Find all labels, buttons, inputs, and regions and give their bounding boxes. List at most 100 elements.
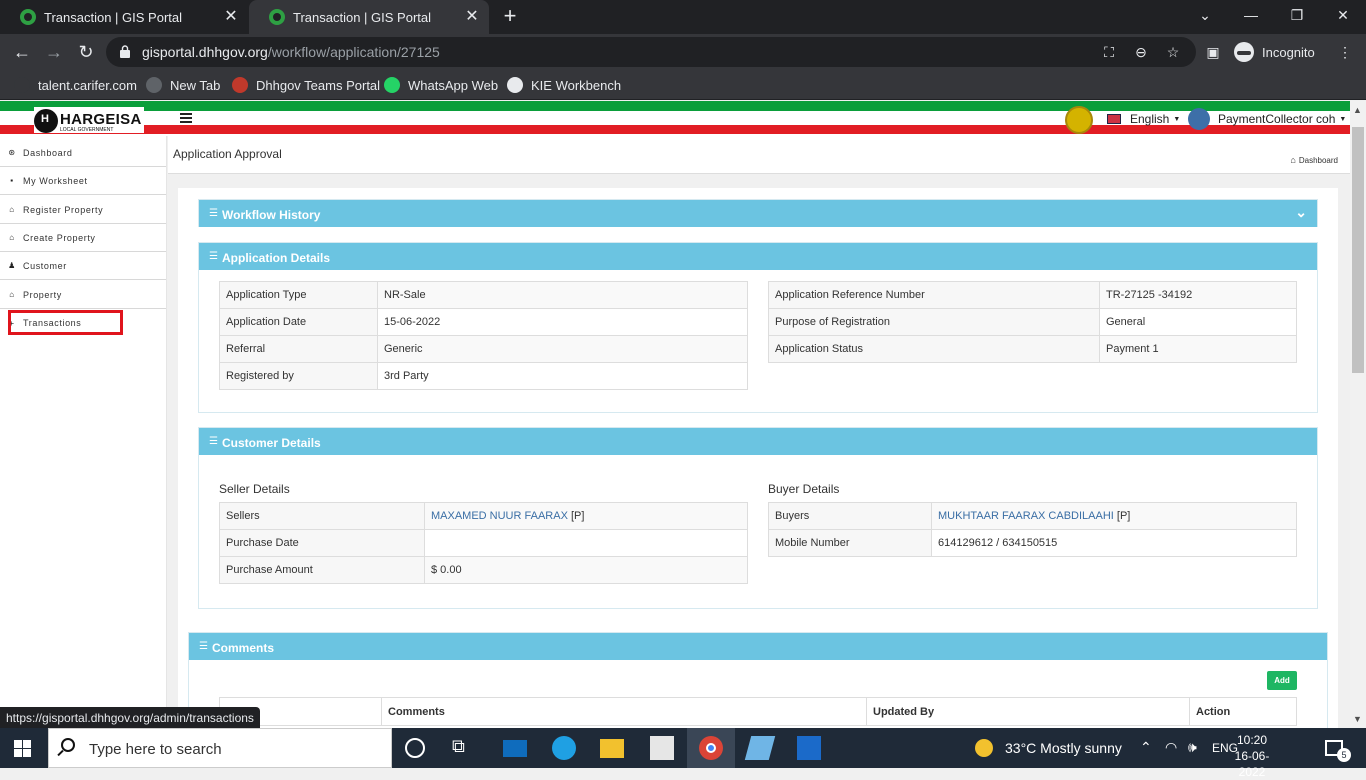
notes-app-icon[interactable] xyxy=(744,736,776,760)
weather-icon[interactable] xyxy=(975,739,993,757)
bookmark-favicon-icon xyxy=(146,77,162,93)
panel-title: Customer Details xyxy=(222,436,321,450)
close-window-icon[interactable]: ✕ xyxy=(1320,0,1366,30)
side-panel-icon[interactable]: ▣ xyxy=(1204,43,1222,61)
browser-tab-active[interactable]: Transaction | GIS Portal ✕ xyxy=(249,0,489,34)
field-value: 3rd Party xyxy=(377,362,748,390)
sidebar-item-property[interactable]: ⌂ Property xyxy=(0,281,166,309)
home-icon: ⌂ xyxy=(9,205,15,214)
mail-icon[interactable] xyxy=(503,740,527,757)
reload-icon[interactable]: ↻ xyxy=(74,40,98,64)
field-value: TR-27125 -34192 xyxy=(1099,281,1297,309)
sidebar-item-my-worksheet[interactable]: ▪ My Worksheet xyxy=(0,167,166,195)
customer-details-panel: ☰ Customer Details Seller Details Buyer … xyxy=(198,427,1318,609)
field-label: Registered by xyxy=(219,362,378,390)
file-explorer-icon[interactable] xyxy=(600,739,624,758)
status-bar-link: https://gisportal.dhhgov.org/admin/trans… xyxy=(0,707,260,729)
field-label: Purpose of Registration xyxy=(768,308,1100,336)
taskbar-clock[interactable]: 10:20 16-06-2022 xyxy=(1222,732,1282,780)
page-scrollbar[interactable]: ▲ ▼ xyxy=(1350,101,1366,728)
panel-header[interactable]: ☰ Workflow History ⌄ xyxy=(199,200,1317,227)
sidebar-item-customer[interactable]: ♟ Customer xyxy=(0,252,166,280)
field-label: Referral xyxy=(219,335,378,363)
restore-icon[interactable]: ❐ xyxy=(1274,0,1320,30)
chrome-taskbar-button[interactable] xyxy=(687,728,735,768)
show-hidden-icons-icon[interactable]: ⌃ xyxy=(1140,739,1152,756)
store-icon[interactable] xyxy=(650,736,674,760)
bookmark-kie-workbench[interactable]: KIE Workbench xyxy=(507,76,621,94)
sidebar-item-dashboard[interactable]: ⊛ Dashboard xyxy=(0,139,166,167)
home-icon: ⌂ xyxy=(1290,155,1296,165)
sidebar: ⊛ Dashboard ▪ My Worksheet ⌂ Register Prope… xyxy=(0,136,167,728)
kie-icon xyxy=(507,77,523,93)
address-bar[interactable]: gisportal.dhhgov.org/workflow/applicatio… xyxy=(106,37,1196,67)
bookmark-label: WhatsApp Web xyxy=(408,77,499,93)
forward-icon[interactable]: → xyxy=(42,40,66,64)
field-label: Purchase Amount xyxy=(219,556,425,584)
list-icon: ☰ xyxy=(209,436,218,447)
notification-center-icon[interactable]: 5 xyxy=(1325,740,1351,762)
menu-kebab-icon[interactable]: ⋮ xyxy=(1336,43,1354,61)
hamburger-menu-icon[interactable] xyxy=(180,113,192,123)
bookmark-whatsapp[interactable]: WhatsApp Web xyxy=(384,76,498,94)
task-view-icon[interactable]: ⧉ xyxy=(452,736,476,760)
scroll-up-icon[interactable]: ▲ xyxy=(1353,105,1362,115)
search-placeholder: Type here to search xyxy=(89,741,222,758)
sidebar-item-label: My Worksheet xyxy=(23,175,88,186)
new-tab-button[interactable]: + xyxy=(498,4,522,28)
user-name: PaymentCollector coh xyxy=(1218,112,1336,126)
breadcrumb[interactable]: ⌂ Dashboard xyxy=(1290,155,1338,165)
seller-tag: [P] xyxy=(570,510,585,522)
scroll-down-icon[interactable]: ▼ xyxy=(1353,714,1362,724)
volume-icon[interactable]: 🕪 xyxy=(1188,739,1197,756)
content-card: ☰ Workflow History ⌄ ☰ Application Detai… xyxy=(178,188,1338,728)
sidebar-item-label: Customer xyxy=(23,260,67,271)
table-row: Purpose of Registration General xyxy=(768,308,1297,336)
scrollbar-thumb[interactable] xyxy=(1352,127,1364,373)
workflow-history-panel[interactable]: ☰ Workflow History ⌄ xyxy=(198,199,1318,227)
zoom-icon[interactable]: ⊖ xyxy=(1132,43,1150,61)
sidebar-item-register-property[interactable]: ⌂ Register Property xyxy=(0,196,166,224)
bookmark-new-tab[interactable]: New Tab xyxy=(146,76,220,94)
language-dropdown[interactable]: English ▼ xyxy=(1107,112,1180,126)
list-icon: ☰ xyxy=(209,208,218,219)
wifi-icon[interactable]: ◠ xyxy=(1165,739,1177,756)
worksheet-icon: ▪ xyxy=(10,176,14,185)
site-favicon-icon xyxy=(269,9,285,25)
close-tab-icon[interactable]: ✕ xyxy=(222,8,240,26)
incognito-indicator[interactable]: Incognito xyxy=(1234,42,1315,62)
weather-text[interactable]: 33°C Mostly sunny xyxy=(1005,740,1122,756)
bookmark-star-icon[interactable]: ☆ xyxy=(1164,43,1182,61)
minimize-icon[interactable]: — xyxy=(1228,0,1274,30)
browser-tab[interactable]: Transaction | GIS Portal ✕ xyxy=(0,0,248,34)
translate-icon[interactable]: ⛶ xyxy=(1100,43,1118,61)
chevron-down-icon[interactable]: ⌄ xyxy=(1295,204,1307,221)
sidebar-item-label: Property xyxy=(23,289,62,300)
page-title: Application Approval xyxy=(173,147,282,161)
bookmark-favicon-icon xyxy=(232,77,248,93)
seller-name-link[interactable]: MAXAMED NUUR FAARAX xyxy=(431,510,568,522)
cortana-icon[interactable] xyxy=(405,738,425,758)
sidebar-item-create-property[interactable]: ⌂ Create Property xyxy=(0,224,166,252)
taskbar-search-box[interactable]: Type here to search xyxy=(48,728,392,768)
bookmark-teams-portal[interactable]: Dhhgov Teams Portal xyxy=(232,76,380,94)
field-label: Application Reference Number xyxy=(768,281,1100,309)
url-text: gisportal.dhhgov.org/workflow/applicatio… xyxy=(142,44,440,60)
field-value: $ 0.00 xyxy=(424,556,748,584)
add-comment-button[interactable]: Add xyxy=(1267,671,1297,690)
table-row: Application Status Payment 1 xyxy=(768,335,1297,363)
edge-icon[interactable] xyxy=(552,736,576,760)
table-row: Referral Generic xyxy=(219,335,748,363)
bookmark-talent[interactable]: talent.carifer.com xyxy=(14,76,137,94)
buyer-name-link[interactable]: MUKHTAAR FAARAX CABDILAAHI xyxy=(938,510,1114,522)
windows-start-icon[interactable] xyxy=(14,740,31,757)
back-icon[interactable]: ← xyxy=(10,40,34,64)
close-tab-icon[interactable]: ✕ xyxy=(463,8,481,26)
clock-date: 16-06-2022 xyxy=(1234,749,1270,779)
photos-icon[interactable] xyxy=(797,736,821,760)
user-dropdown[interactable]: PaymentCollector coh ▼ xyxy=(1188,108,1346,130)
hargeisa-logo[interactable]: HARGEISA LOCAL GOVERNMENT xyxy=(34,107,144,133)
table-row: Application Type NR-Sale xyxy=(219,281,748,309)
tab-search-icon[interactable]: ⌄ xyxy=(1182,0,1228,30)
panel-header: ☰ Application Details xyxy=(199,243,1317,270)
